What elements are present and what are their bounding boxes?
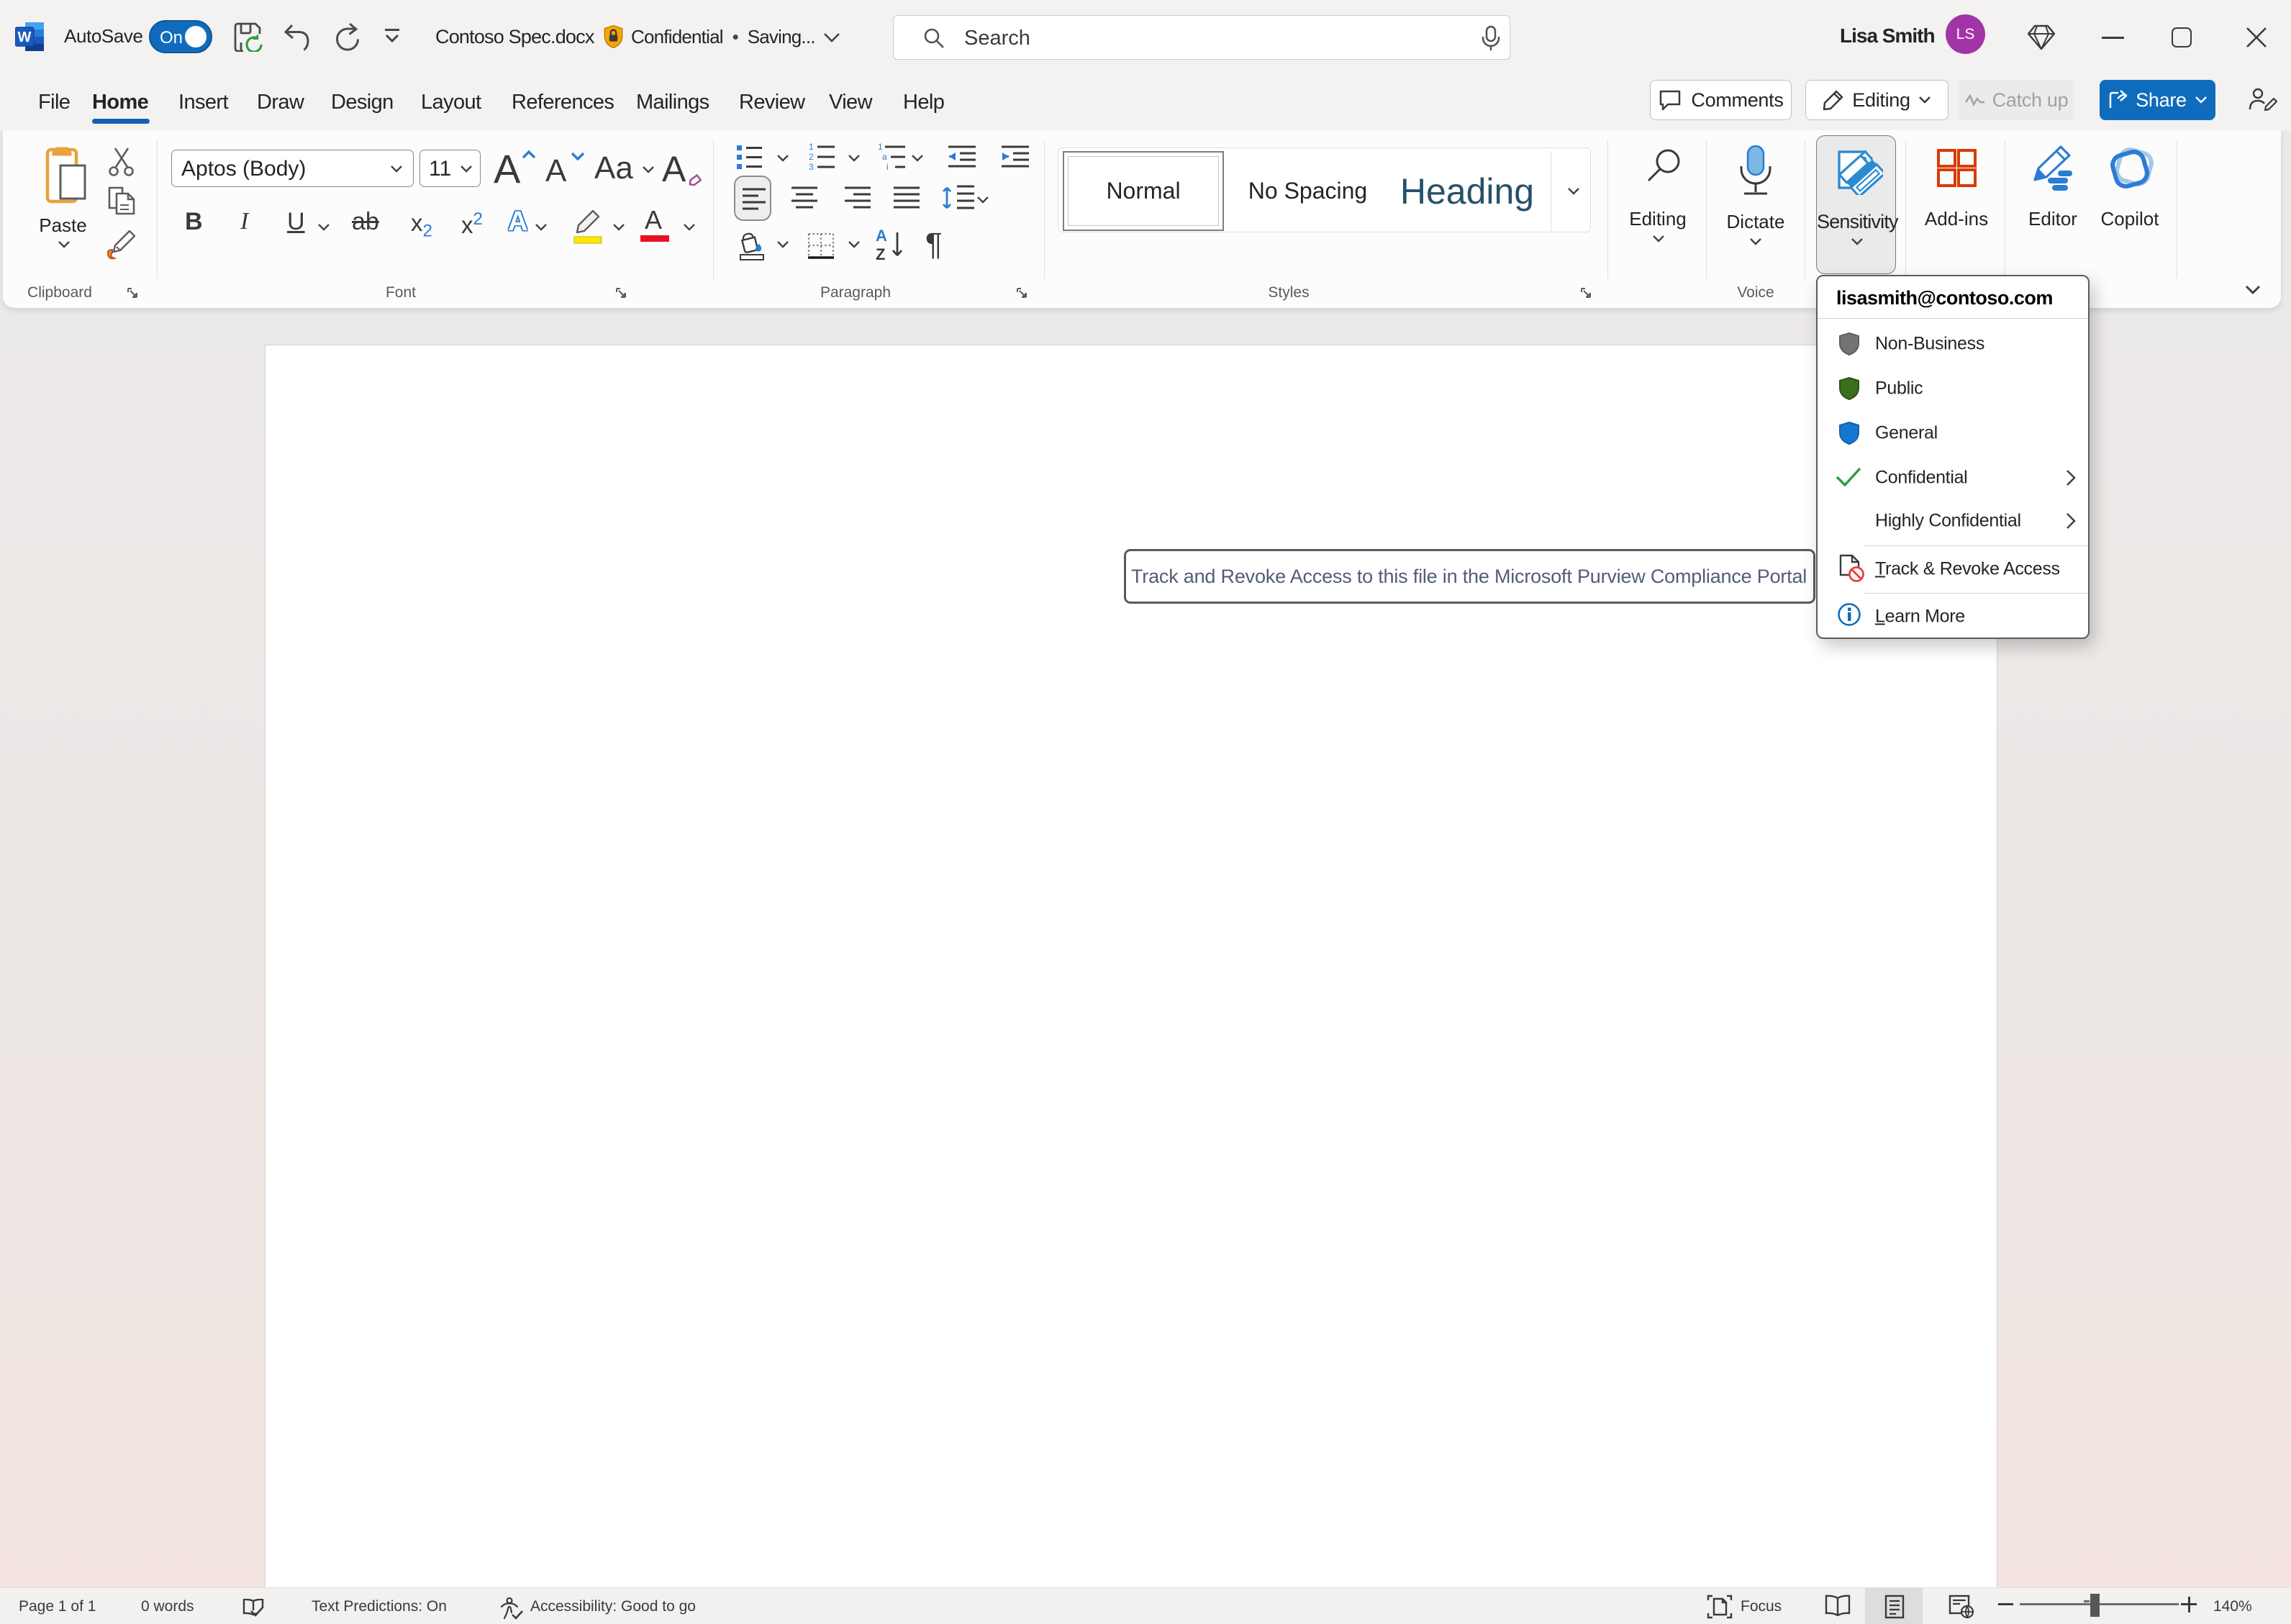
svg-text:2: 2 — [809, 152, 814, 162]
svg-text:A: A — [876, 228, 887, 245]
svg-text:1: 1 — [878, 142, 883, 152]
svg-text:a: a — [882, 152, 887, 162]
svg-text:i: i — [886, 162, 889, 172]
svg-text:3: 3 — [809, 162, 814, 172]
svg-text:W: W — [18, 30, 32, 45]
svg-text:Z: Z — [876, 245, 885, 263]
svg-text:1: 1 — [809, 142, 814, 152]
